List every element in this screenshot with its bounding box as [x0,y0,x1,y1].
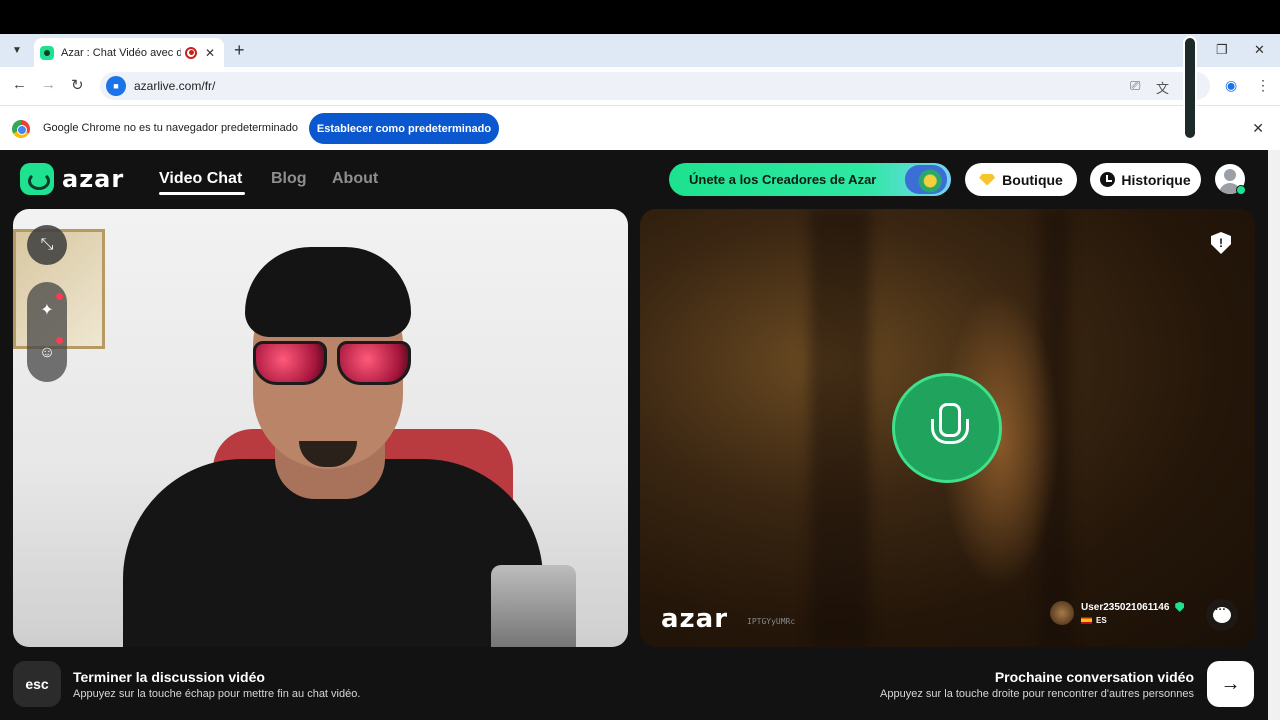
new-sticker-dot [56,337,63,344]
peer-info[interactable]: User235021061146 ES [1050,601,1185,625]
new-tab-icon[interactable]: + [234,40,245,61]
peer-username-row: User235021061146 [1081,601,1185,613]
chrome-logo-icon [12,120,30,138]
page-scrollbar[interactable] [1268,150,1280,720]
restore-window-icon[interactable]: ❐ [1216,42,1228,58]
arrow-right-icon: → [1220,672,1241,695]
url-text: azarlive.com/fr/ [134,79,216,93]
infobar-message: Google Chrome no es tu navegador predete… [43,122,298,134]
back-icon[interactable]: ← [12,76,27,93]
url-omnibox[interactable]: ■ azarlive.com/fr/ ⎚ 文 [100,72,1210,100]
default-browser-infobar: Google Chrome no es tu navegador predete… [0,105,1280,150]
boutique-button[interactable]: Boutique [965,163,1077,196]
browser-tab-active[interactable]: Azar : Chat Vidéo avec de n ✕ [34,38,224,67]
tab-search-dropdown-icon[interactable]: ▼ [6,39,28,61]
next-chat-button[interactable]: → [1207,661,1254,707]
peer-country: ES [1096,615,1107,625]
left-lens [253,341,327,385]
azar-favicon-icon [40,45,54,60]
peer-country-row: ES [1081,616,1184,625]
next-chat-subtitle: Appuyez sur la touche droite pour rencon… [880,688,1194,700]
azar-logo-icon [20,163,54,195]
next-chat-title: Prochaine conversation vidéo [994,669,1194,685]
tab-title: Azar : Chat Vidéo avec de n [61,46,181,59]
end-chat-subtitle: Appuyez sur la touche échap pour mettre … [73,688,361,700]
screen-top-bar [0,0,1280,34]
join-creators-label: Únete a los Creadores de Azar [689,172,877,187]
forward-icon[interactable]: → [41,76,56,93]
chat-button[interactable] [1206,599,1238,631]
right-lens [337,341,411,385]
nav-video-chat[interactable]: Video Chat [159,170,242,188]
verified-icon [1175,601,1185,612]
blur-shape [810,209,870,647]
end-chat-title: Terminer la discussion vidéo [73,669,265,685]
local-video [13,209,628,647]
boutique-label: Boutique [1002,171,1063,188]
microphone-icon [929,403,969,453]
microphone-button[interactable] [892,373,1002,483]
recording-icon [185,46,197,59]
avatar-status-badge [1236,185,1246,195]
close-window-icon[interactable]: ✕ [1254,42,1265,58]
site-camera-icon[interactable]: ■ [106,76,126,96]
translate-icon[interactable]: 文 [1156,78,1169,97]
peer-avatar [1050,601,1074,625]
reload-icon[interactable]: ↻ [71,76,84,94]
chat-bubble-icon [1213,604,1231,623]
creators-illustration-icon [905,165,947,194]
spain-flag-icon [1081,616,1092,624]
azar-page: azar Video Chat Blog About Únete a los C… [0,150,1268,720]
nav-blog[interactable]: Blog [271,170,307,188]
install-app-icon[interactable]: ⎚ [1130,78,1140,94]
gem-icon [979,173,996,186]
profile-icon[interactable]: ◉ [1225,77,1237,94]
set-default-button[interactable]: Establecer como predeterminado [309,113,499,144]
nav-active-underline [159,192,245,195]
azar-logo[interactable]: azar [20,163,124,195]
tab-close-icon[interactable]: ✕ [205,46,215,60]
browser-address-bar: ← → ↻ ■ azarlive.com/fr/ ⎚ 文 ◉ ⋮ [0,67,1280,105]
infobar-close-icon[interactable]: ✕ [1252,120,1264,137]
collapse-icon[interactable]: ⤡ [27,225,67,265]
clock-icon [1100,172,1116,187]
browser-tab-strip: ▼ Azar : Chat Vidéo avec de n ✕ + ❐ ✕ [0,34,1280,67]
historique-label: Historique [1121,171,1191,188]
overlay-widget [1183,36,1197,140]
peer-username: User235021061146 [1081,601,1170,613]
menu-more-icon[interactable]: ⋮ [1256,77,1270,94]
azar-watermark: azar [661,604,729,634]
new-effect-dot [56,293,63,300]
historique-button[interactable]: Historique [1090,163,1201,196]
azar-logo-text: azar [62,165,125,193]
person-hair [245,247,411,337]
watermark-code: IPTGYyUMRc [747,617,796,626]
nav-about[interactable]: About [332,170,378,188]
person-sunglasses [253,341,411,387]
end-chat-button[interactable]: esc [13,661,61,707]
join-creators-button[interactable]: Únete a los Creadores de Azar [669,163,951,196]
background-microphone [491,565,576,647]
